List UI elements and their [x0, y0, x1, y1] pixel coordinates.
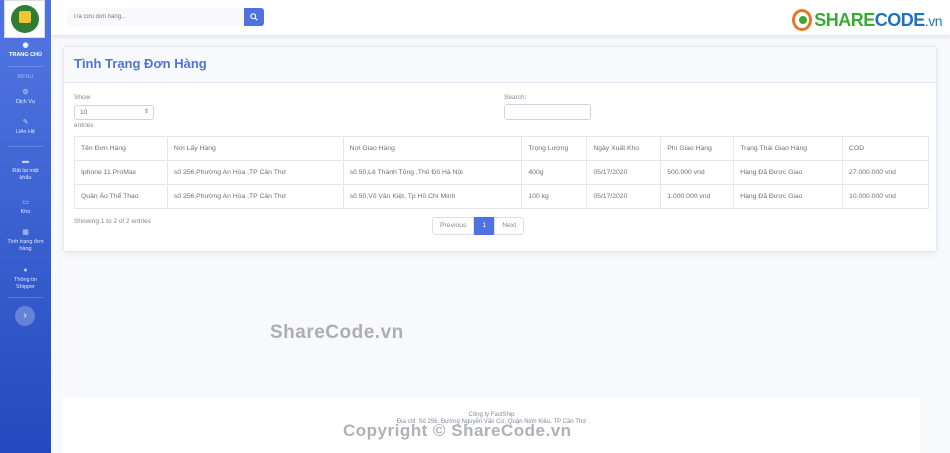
table-cell: 27.000.000 vnd [842, 160, 929, 185]
table-cell: số 50,Võ Văn Kiệt, Tp Hồ Chí Minh [342, 184, 523, 209]
sidebar-item-contact[interactable]: ✎ Liên Hệ [0, 119, 51, 136]
sidebar-item-order-status[interactable]: ▦ Tình trạng đơn hàng [0, 229, 51, 253]
column-header[interactable]: COD [842, 136, 929, 161]
previous-page-button[interactable]: Previous [432, 217, 475, 235]
page-title: Tình Trạng Đơn Hàng [74, 56, 207, 71]
entries-label: entries [74, 122, 94, 129]
wrench-icon: ✎ [22, 119, 29, 126]
sidebar: ◉ TRANG CHỦ MENU ⚙ Dịch Vụ ✎ Liên Hệ ▬ Đ… [0, 0, 51, 453]
next-page-button[interactable]: Next [494, 217, 525, 235]
entries-per-page-select[interactable]: 10 ⇕ [74, 105, 154, 120]
search-button[interactable] [244, 8, 264, 26]
table-cell: 1.000.000 vnd [660, 184, 735, 209]
table-cell: Hàng Đã Được Giao [733, 184, 844, 209]
table-cell: số 256,Phường An Hòa ,TP Cần Thơ [166, 184, 344, 209]
table-cell: Iphone 11 ProMax [74, 160, 168, 185]
sidebar-item-shipper-info[interactable]: ● Thông tin Shipper [0, 267, 51, 291]
search-icon [250, 13, 258, 21]
table-cell: 500.000 vnd [660, 160, 735, 185]
card-header: Tình Trạng Đơn Hàng [64, 47, 936, 83]
sharecode-brand-logo: SHARECODE.vn [792, 6, 943, 34]
table-row: Quần Áo Thể Thao số 256,Phường An Hòa ,T… [74, 184, 929, 209]
app-logo[interactable] [4, 0, 45, 38]
sidebar-divider [8, 297, 43, 298]
column-header[interactable]: Nơi Giao Hàng [342, 136, 523, 161]
table-cell: Quần Áo Thể Thao [74, 184, 168, 209]
sidebar-item-reset-password[interactable]: ▬ Đặt lại mật khẩu [0, 158, 51, 182]
column-header[interactable]: Phí Giao Hàng [660, 136, 735, 161]
column-header[interactable]: Nơi Lấy Hàng [166, 136, 344, 161]
user-icon: ● [23, 267, 28, 274]
select-caret-icon: ⇕ [143, 109, 149, 115]
table-cell: 100 kg [521, 184, 588, 209]
watermark-text: ShareCode.vn [270, 322, 404, 343]
table-cell: Hàng Đã Được Giao [733, 160, 844, 185]
column-header[interactable]: Ngày Xuất Kho [586, 136, 662, 161]
folder-icon: ▬ [22, 158, 29, 165]
cog-icon: ⚙ [22, 89, 29, 96]
column-header[interactable]: Trạng Thái Giao Hàng [733, 136, 844, 161]
table-cell: số 256,Phường An Hòa ,TP Cần Thơ [166, 160, 344, 185]
table-cell: 05/17/2020 [586, 184, 662, 209]
footer-company: Công ty FastShip [468, 412, 515, 418]
sidebar-item-home[interactable]: ◉ TRANG CHỦ [0, 42, 51, 59]
table-info: Showing 1 to 2 of 2 entries [74, 218, 151, 225]
brand-text: SHARECODE.vn [814, 9, 942, 30]
table-cell: 400g [521, 160, 588, 185]
table-row: Iphone 11 ProMax số 256,Phường An Hòa ,T… [74, 160, 929, 185]
pagination: Previous 1 Next [432, 217, 525, 235]
truck-icon: ▭ [22, 199, 29, 206]
entries-per-page-value: 10 [80, 109, 88, 116]
sharecode-logo-icon [792, 9, 813, 31]
tachometer-icon: ◉ [22, 42, 29, 49]
column-header[interactable]: Trọng Lượng [521, 136, 588, 161]
table-header-row: Tên Đơn Hàng Nơi Lấy Hàng Nơi Giao Hàng … [74, 136, 929, 161]
orders-table: Tên Đơn Hàng Nơi Lấy Hàng Nơi Giao Hàng … [74, 136, 929, 209]
page-1-button[interactable]: 1 [474, 217, 495, 235]
table-icon: ▦ [22, 229, 29, 236]
column-header[interactable]: Tên Đơn Hàng [74, 136, 168, 161]
table-cell: 05/17/2020 [586, 160, 662, 185]
shipper-logo-icon [10, 5, 39, 33]
topbar: SHARECODE.vn [51, 0, 950, 35]
sidebar-item-services[interactable]: ⚙ Dịch Vụ [0, 89, 51, 106]
table-search-input[interactable] [504, 104, 591, 120]
sidebar-item-warehouse[interactable]: ▭ Kho [0, 199, 51, 216]
table-cell: số 50,Lê Thánh Tông ,Thủ Đô Hà Nội [342, 160, 523, 185]
order-search-input[interactable] [67, 8, 244, 26]
table-cell: 10.000.000 vnd [842, 184, 929, 209]
order-status-card: Tình Trạng Đơn Hàng Show 10 ⇕ entries Se… [63, 46, 937, 252]
show-label: Show [74, 94, 91, 101]
sidebar-divider [8, 146, 43, 147]
sidebar-toggle-button[interactable]: › [15, 306, 35, 326]
watermark-copyright: Copyright © ShareCode.vn [343, 421, 572, 440]
table-search-label: Search: [504, 94, 527, 101]
sidebar-divider [8, 66, 43, 67]
sidebar-heading: MENU [17, 74, 34, 80]
